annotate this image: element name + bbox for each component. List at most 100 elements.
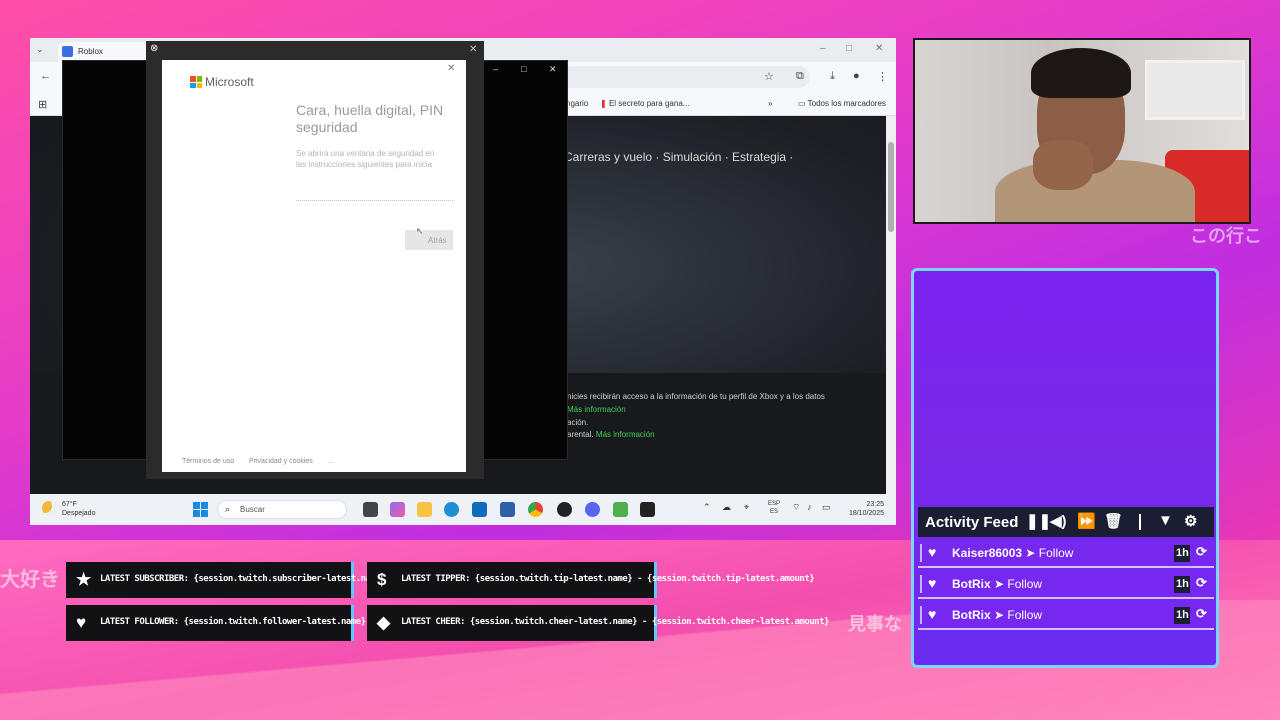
xbox-taskbar-icon[interactable] (640, 502, 655, 517)
row-accent (920, 575, 922, 593)
language-indicator[interactable]: ESP ES (768, 500, 780, 516)
taskbar-clock[interactable]: 23:25 18/10/2025 (842, 500, 884, 518)
trash-icon[interactable]: 🗑 (1104, 512, 1123, 530)
replay-icon[interactable]: ⟳ (1196, 606, 1207, 622)
file-explorer-icon[interactable] (417, 502, 432, 517)
clock-time: 23:25 (866, 501, 884, 508)
close-icon[interactable]: ✕ (549, 64, 557, 75)
taskbar-search[interactable]: ⌕ Buscar (217, 500, 347, 519)
weather-temp: 67°F (62, 501, 77, 508)
maximize-icon[interactable]: □ (521, 64, 526, 74)
search-icon: ⌕ (225, 504, 231, 514)
moon-weather-icon (42, 501, 56, 515)
minimize-icon[interactable]: – (493, 64, 498, 74)
apps-grid-icon[interactable]: ⊞ (38, 98, 47, 111)
language-code: ESP (768, 501, 781, 507)
list-item[interactable]: ♥ BotRix ➤ Follow 1h ⟳ (918, 601, 1214, 630)
activity-feed-panel: Activity Feed ❚❚ ◀) ⏩ 🗑 ▼ ⚙ ♥ Kaiser8600… (911, 268, 1219, 668)
menu-kebab-icon[interactable]: ⋮ (877, 70, 888, 83)
latest-tipper-alert: $ LATEST TIPPER: {session.twitch.tip-lat… (367, 562, 815, 598)
store-icon[interactable] (500, 502, 515, 517)
dollar-icon: $ (377, 570, 387, 589)
location-icon[interactable]: ⌖ (744, 502, 749, 513)
close-icon[interactable]: ✕ (469, 44, 477, 55)
outlook-icon[interactable] (472, 502, 487, 517)
discord-icon[interactable] (585, 502, 600, 517)
xbox-logo-icon: ⊗ (150, 43, 159, 54)
scrollbar-thumb[interactable] (888, 142, 894, 232)
battery-icon[interactable]: ▭ (822, 502, 831, 513)
feed-item-action: ➤ Follow (994, 608, 1043, 622)
more-options-link[interactable]: ... (328, 458, 334, 465)
minimize-icon[interactable]: – (820, 43, 826, 54)
bookmark-item[interactable]: ❚ El secreto para gana... (600, 99, 689, 108)
more-info-link-1[interactable]: Más información (567, 405, 626, 414)
webcam-person-hair (1031, 48, 1131, 98)
windows-start-icon[interactable] (193, 502, 208, 517)
bookmarks-overflow-icon[interactable]: » (768, 99, 772, 108)
list-item[interactable]: ♥ BotRix ➤ Follow 1h ⟳ (918, 570, 1214, 599)
overlay-jp-text-right-top: この行こ (1190, 226, 1262, 247)
pause-icon[interactable]: ❚❚ (1026, 512, 1051, 530)
maximize-icon[interactable]: □ (846, 43, 852, 54)
browser-tab-title: Roblox (78, 47, 103, 56)
row-accent (920, 544, 922, 562)
terms-link[interactable]: Términos de uso (182, 458, 234, 465)
bookmark-label: Todos los marcadores (807, 99, 886, 108)
privacy-link[interactable]: Privacidad y cookies (249, 458, 313, 465)
latest-cheer-text: LATEST CHEER: {session.twitch.cheer-late… (401, 617, 829, 627)
copilot-icon[interactable] (390, 502, 405, 517)
volume-icon[interactable]: ♪ (807, 502, 812, 512)
tab-list-icon[interactable]: ⌄ (36, 44, 44, 55)
feed-item-text: BotRix ➤ Follow (952, 608, 1042, 622)
bookmark-item[interactable]: ngario (566, 99, 588, 108)
download-icon[interactable]: ⤓ (830, 70, 835, 83)
legal-text-4-label: arental. (567, 430, 594, 439)
extensions-icon[interactable]: ⧉ (796, 70, 804, 83)
weather-widget[interactable]: 67°F Despejado (62, 500, 95, 518)
edge-icon[interactable] (444, 502, 459, 517)
weather-desc: Despejado (62, 510, 96, 517)
volume-icon[interactable]: ◀) (1050, 512, 1067, 530)
skip-icon[interactable]: ⏩ (1077, 512, 1096, 530)
feed-item-text: Kaiser86003 ➤ Follow (952, 546, 1073, 560)
tray-chevron-icon[interactable]: ⌃ (703, 502, 711, 513)
back-arrow-icon[interactable]: ← (40, 70, 51, 82)
feed-item-text: BotRix ➤ Follow (952, 577, 1042, 591)
legal-text-3: ación. (567, 418, 589, 427)
list-item[interactable]: ♥ Kaiser86003 ➤ Follow 1h ⟳ (918, 539, 1214, 568)
latest-cheer-alert: ◆ LATEST CHEER: {session.twitch.cheer-la… (367, 605, 829, 641)
obs-icon[interactable] (557, 502, 572, 517)
close-icon[interactable]: ✕ (875, 43, 883, 54)
close-icon[interactable]: ✕ (447, 63, 455, 74)
legal-text-1: nicies recibirán acceso a la información… (567, 392, 825, 401)
bookmark-star-icon[interactable]: ☆ (764, 70, 774, 83)
replay-icon[interactable]: ⟳ (1196, 544, 1207, 560)
windows-taskbar: 67°F Despejado ⌕ Buscar ⌃ ☁ ⌖ ESP ES ⌔ ♪… (30, 494, 896, 525)
onedrive-icon[interactable]: ☁ (722, 502, 731, 513)
app-icon[interactable] (613, 502, 628, 517)
game-categories[interactable]: Carreras y vuelo · Simulación · Estrateg… (564, 150, 793, 164)
star-icon: ★ (76, 570, 92, 589)
profile-avatar-icon[interactable]: ● (853, 70, 860, 82)
bookmark-label: El secreto para gana... (608, 99, 690, 108)
back-button[interactable]: Atrás (405, 230, 453, 250)
keyboard-layout: ES (770, 509, 779, 515)
filter-icon[interactable]: ▼ (1158, 512, 1173, 529)
dialog-divider (296, 200, 453, 201)
bookmark-all-folder[interactable]: ▭ Todos los marcadores (798, 99, 886, 108)
microsoft-signin-dialog: ✕ Microsoft Cara, huella digital, PIN se… (162, 60, 466, 472)
feed-item-user: Kaiser86003 (952, 546, 1023, 560)
feed-item-time: 1h (1174, 607, 1190, 624)
more-info-link-2[interactable]: Más información (596, 430, 655, 439)
page-scrollbar[interactable] (886, 116, 896, 494)
feed-item-user: BotRix (952, 608, 991, 622)
dialog-title: Cara, huella digital, PIN seguridad (296, 102, 444, 135)
latest-follower-text: LATEST FOLLOWER: {session.twitch.followe… (100, 617, 366, 627)
roblox-favicon-icon (62, 46, 73, 57)
replay-icon[interactable]: ⟳ (1196, 575, 1207, 591)
chrome-icon[interactable] (528, 502, 543, 517)
gear-icon[interactable]: ⚙ (1184, 512, 1197, 530)
wifi-icon[interactable]: ⌔ (792, 502, 800, 513)
task-view-icon[interactable] (363, 502, 378, 517)
